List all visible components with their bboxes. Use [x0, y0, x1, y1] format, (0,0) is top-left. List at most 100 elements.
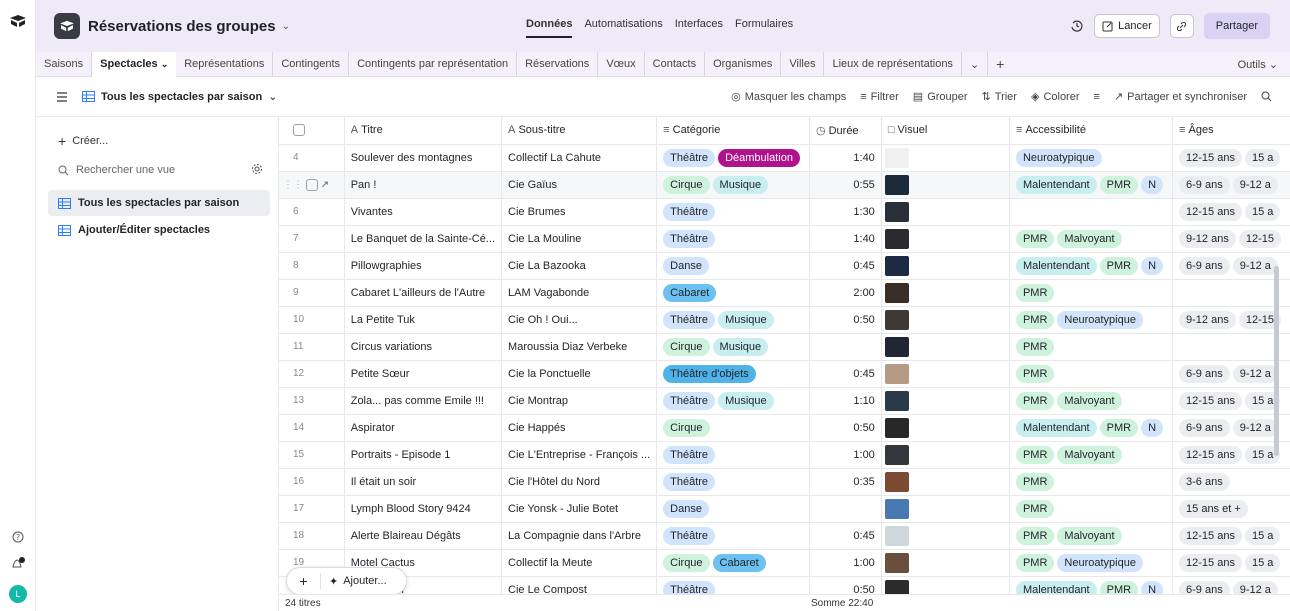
cell-duree[interactable]: 1:00	[809, 441, 882, 469]
nav-automatisations[interactable]: Automatisations	[584, 18, 662, 38]
table-row[interactable]: 16 Il était un soir Cie l'Hôtel du Nord Thé…	[279, 468, 1290, 496]
base-title[interactable]: Réservations des groupes	[88, 18, 276, 35]
cell-visuel[interactable]	[881, 225, 1010, 253]
cell-titre[interactable]: Pan !	[344, 171, 503, 199]
column-header-categorie[interactable]: ≡ Catégorie	[656, 117, 810, 145]
cell-visuel[interactable]	[881, 360, 1010, 388]
cell-duree[interactable]: 1:00	[809, 549, 882, 577]
row-number-cell[interactable]: 13	[279, 387, 345, 415]
column-header-ages[interactable]: ≡ Âges	[1172, 117, 1290, 145]
tab-contacts[interactable]: Contacts	[645, 51, 706, 77]
cell-duree[interactable]: 1:40	[809, 225, 882, 253]
cell-categorie[interactable]: Théâtre	[656, 441, 810, 469]
cell-sous-titre[interactable]: Cie Montrap	[501, 387, 658, 415]
cell-categorie[interactable]: Théâtre Musique	[656, 387, 810, 415]
cell-sous-titre[interactable]: Cie l'Hôtel du Nord	[501, 468, 658, 496]
cell-categorie[interactable]: Théâtre	[656, 198, 810, 226]
cell-titre[interactable]: Portraits - Episode 1	[344, 441, 503, 469]
cell-sous-titre[interactable]: Cie L'Entreprise - François ...	[501, 441, 658, 469]
cell-titre[interactable]: Cabaret L'ailleurs de l'Autre	[344, 279, 503, 307]
cell-accessibilite[interactable]: PMR Neuroatypique	[1009, 549, 1174, 577]
cell-categorie[interactable]: Cabaret	[656, 279, 810, 307]
tab-reservations[interactable]: Réservations	[517, 51, 599, 77]
cell-accessibilite[interactable]: Malentendant PMR N	[1009, 252, 1174, 280]
cell-sous-titre[interactable]: Collectif la Meute	[501, 549, 658, 577]
cell-ages[interactable]: 12-15 ans 15 a	[1172, 387, 1290, 415]
cell-visuel[interactable]	[881, 333, 1010, 361]
row-number-cell[interactable]: 18	[279, 522, 345, 550]
cell-ages[interactable]: 12-15 ans 15 a	[1172, 198, 1290, 226]
cell-accessibilite[interactable]: PMR	[1009, 279, 1174, 307]
color-button[interactable]: ◈ Colorer	[1031, 90, 1080, 104]
row-number-cell[interactable]: 6	[279, 198, 345, 226]
cell-accessibilite[interactable]: PMR Malvoyant	[1009, 225, 1174, 253]
cell-duree[interactable]: 1:40	[809, 144, 882, 172]
cell-categorie[interactable]: Danse	[656, 495, 810, 523]
cell-sous-titre[interactable]: Cie Oh ! Oui...	[501, 306, 658, 334]
cell-visuel[interactable]	[881, 306, 1010, 334]
cell-ages[interactable]: 12-15 ans 15 a	[1172, 549, 1290, 577]
cell-visuel[interactable]	[881, 495, 1010, 523]
cell-ages[interactable]: 9-12 ans 12-15	[1172, 225, 1290, 253]
visuel-thumbnail-image[interactable]	[884, 525, 909, 546]
cell-ages[interactable]: 12-15 ans 15 a	[1172, 144, 1290, 172]
cell-titre[interactable]: Pillowgraphies	[344, 252, 503, 280]
cell-accessibilite[interactable]: PMR Malvoyant	[1009, 387, 1174, 415]
tab-saisons[interactable]: Saisons	[36, 51, 93, 77]
cell-visuel[interactable]	[881, 387, 1010, 415]
nav-formulaires[interactable]: Formulaires	[735, 18, 793, 38]
create-view-button[interactable]: + Créer...	[58, 133, 108, 149]
column-header-titre[interactable]: A Titre	[344, 117, 503, 145]
chevron-down-icon[interactable]: ⌄	[282, 21, 290, 32]
drag-handle-icon[interactable]: ⋮⋮	[283, 179, 303, 190]
cell-sous-titre[interactable]: Cie La Bazooka	[501, 252, 658, 280]
hide-fields-button[interactable]: ◎ Masquer les champs	[731, 90, 846, 104]
search-button[interactable]	[1261, 91, 1272, 102]
vertical-scrollbar[interactable]	[1274, 266, 1279, 456]
cell-accessibilite[interactable]: PMR Malvoyant	[1009, 522, 1174, 550]
column-header-duree[interactable]: ◷ Durée	[809, 117, 882, 145]
row-number-cell[interactable]: 14	[279, 414, 345, 442]
cell-sous-titre[interactable]: Cie Yonsk - Julie Botet	[501, 495, 658, 523]
cell-duree[interactable]: 2:00	[809, 279, 882, 307]
tab-villes[interactable]: Villes	[781, 51, 825, 77]
cell-accessibilite[interactable]: Malentendant PMR N	[1009, 171, 1174, 199]
visuel-thumbnail-image[interactable]	[884, 363, 909, 384]
nav-donnees[interactable]: Données	[526, 18, 573, 38]
table-row[interactable]: 8 Pillowgraphies Cie La Bazooka Danse 0:45 Ma…	[279, 252, 1290, 280]
cell-categorie[interactable]: Cirque	[656, 414, 810, 442]
user-avatar[interactable]: L	[9, 585, 27, 603]
visuel-thumbnail-image[interactable]	[884, 444, 909, 465]
history-icon[interactable]	[1070, 19, 1084, 33]
cell-duree[interactable]: 0:50	[809, 414, 882, 442]
cell-visuel[interactable]	[881, 522, 1010, 550]
tab-representations[interactable]: Représentations	[176, 51, 274, 77]
cell-duree[interactable]: 0:50	[809, 306, 882, 334]
cell-categorie[interactable]: Théâtre	[656, 225, 810, 253]
cell-accessibilite[interactable]: PMR	[1009, 495, 1174, 523]
cell-ages[interactable]: 9-12 ans 12-15	[1172, 306, 1290, 334]
row-number-cell[interactable]: 9	[279, 279, 345, 307]
cell-visuel[interactable]	[881, 171, 1010, 199]
visuel-thumbnail-image[interactable]	[884, 390, 909, 411]
cell-visuel[interactable]	[881, 549, 1010, 577]
tab-contingents-par-representation[interactable]: Contingents par représentation	[349, 51, 518, 77]
filter-button[interactable]: ≡ Filtrer	[860, 91, 899, 103]
cell-titre[interactable]: La Petite Tuk	[344, 306, 503, 334]
cell-categorie[interactable]: Théâtre Déambulation	[656, 144, 810, 172]
cell-titre[interactable]: Petite Sœur	[344, 360, 503, 388]
cell-accessibilite[interactable]	[1009, 198, 1174, 226]
table-row[interactable]: 11 Circus variations Maroussia Diaz Verbek…	[279, 333, 1290, 361]
visuel-thumbnail-image[interactable]	[884, 498, 909, 519]
cell-ages[interactable]: 15 ans et +	[1172, 495, 1290, 523]
help-icon[interactable]: ?	[12, 531, 24, 543]
add-record-plus-button[interactable]: +	[287, 573, 321, 589]
column-header-visuel[interactable]: □ Visuel	[881, 117, 1010, 145]
cell-sous-titre[interactable]: La Compagnie dans l'Arbre	[501, 522, 658, 550]
cell-ages[interactable]: 3-6 ans	[1172, 468, 1290, 496]
cell-titre[interactable]: Le Banquet de la Sainte-Cé...	[344, 225, 503, 253]
column-header-sous-titre[interactable]: A Sous-titre	[501, 117, 658, 145]
notifications-bell-icon[interactable]	[10, 557, 26, 571]
cell-categorie[interactable]: Théâtre	[656, 468, 810, 496]
cell-categorie[interactable]: Théâtre	[656, 522, 810, 550]
